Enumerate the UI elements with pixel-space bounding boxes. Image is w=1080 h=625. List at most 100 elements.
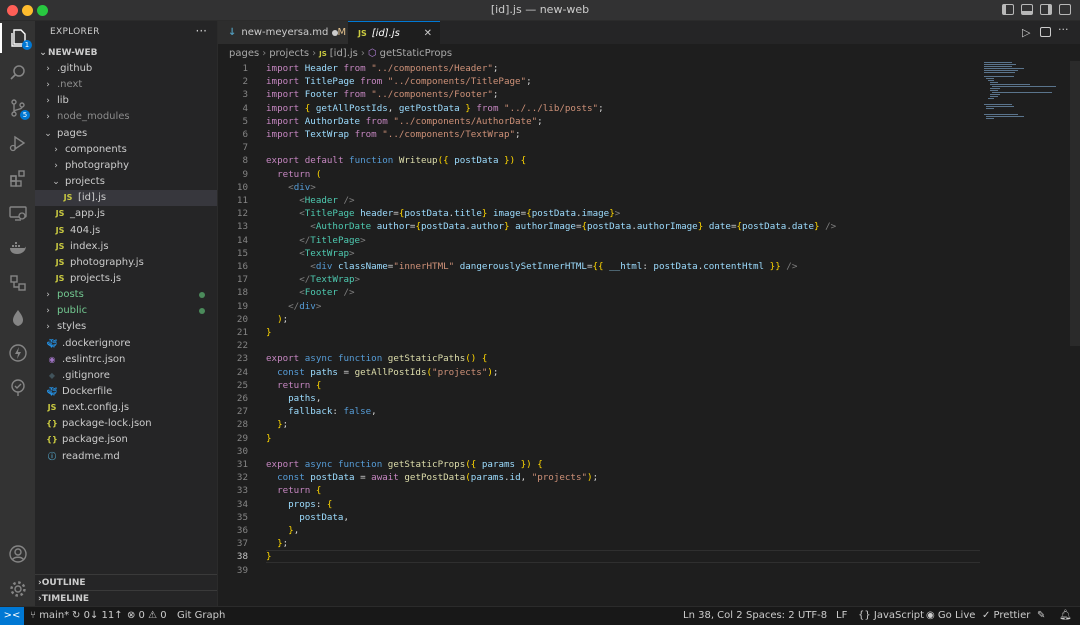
go-live-status[interactable]: ◉ Go Live (926, 607, 975, 625)
toggle-secondary-sidebar-icon[interactable] (1040, 4, 1052, 15)
code-line[interactable]: 4 import { getAllPostIds, getPostData } f… (218, 102, 978, 115)
cursor-position[interactable]: Ln 38, Col 2 (683, 607, 743, 625)
tree-folder[interactable]: › node_modules (35, 109, 217, 125)
code-line[interactable]: 14 </TitlePage> (218, 234, 978, 247)
code-line[interactable]: 26 paths, (218, 392, 978, 405)
problems-status[interactable]: ⊗ 0 ⚠ 0 (127, 607, 167, 625)
code-line[interactable]: 11 <Header /> (218, 194, 978, 207)
tree-file[interactable]: {} package-lock.json (35, 416, 217, 432)
tree-file[interactable]: JS [id].js (35, 190, 217, 207)
code-line[interactable]: 22 (218, 339, 978, 352)
remote-explorer-icon[interactable] (0, 198, 35, 228)
timeline-section[interactable]: ›TIMELINE (35, 590, 217, 607)
code-line[interactable]: 33 return { (218, 484, 978, 497)
remote-indicator-button[interactable]: >< (0, 607, 24, 625)
code-line[interactable]: 31 export async function getStaticProps({… (218, 458, 978, 471)
tree-folder[interactable]: › photography (35, 158, 217, 174)
branch-status[interactable]: ⑂ main* (30, 607, 69, 625)
extensions-icon[interactable] (0, 163, 35, 193)
encoding-status[interactable]: UTF-8 (798, 607, 827, 625)
tab-id-js[interactable]: JS [id].js ✕ (348, 21, 440, 44)
toggle-primary-sidebar-icon[interactable] (1002, 4, 1014, 15)
tree-folder[interactable]: › components (35, 142, 217, 158)
mongodb-icon[interactable] (0, 303, 35, 333)
tree-file[interactable]: JS _app.js (35, 206, 217, 222)
breadcrumb-file[interactable]: [id].js (330, 48, 358, 59)
code-line[interactable]: 15 <TextWrap> (218, 247, 978, 260)
code-line[interactable]: 21} (218, 326, 978, 339)
prettier-status[interactable]: ✓ Prettier (982, 607, 1030, 625)
code-line[interactable]: 8 export default function Writeup({ postD… (218, 154, 978, 167)
tree-file[interactable]: 🐳︎ Dockerfile (35, 384, 217, 400)
code-line[interactable]: 19 </div> (218, 300, 978, 313)
tree-file[interactable]: ◉ .eslintrc.json (35, 352, 217, 368)
code-line[interactable]: 10 <div> (218, 181, 978, 194)
code-line[interactable]: 16 <div className="innerHTML" dangerousl… (218, 260, 978, 273)
unsaved-dot-icon[interactable] (332, 30, 338, 36)
code-line[interactable]: 5 import AuthorDate from "../components/A… (218, 115, 978, 128)
tree-file[interactable]: JS next.config.js (35, 400, 217, 416)
toggle-panel-icon[interactable] (1021, 4, 1033, 15)
vertical-scrollbar[interactable] (1070, 61, 1080, 346)
git-graph-icon[interactable] (0, 373, 35, 403)
customize-layout-icon[interactable] (1059, 4, 1071, 15)
code-line[interactable]: 12 <TitlePage header={postData.title} im… (218, 207, 978, 220)
tree-file[interactable]: JS index.js (35, 239, 217, 255)
indentation-status[interactable]: Spaces: 2 (746, 607, 795, 625)
split-editor-icon[interactable] (1040, 27, 1051, 37)
tree-folder[interactable]: › .next (35, 77, 217, 93)
source-control-icon[interactable]: 5 (0, 93, 35, 123)
breadcrumb-symbol[interactable]: getStaticProps (380, 48, 452, 59)
docker-icon[interactable] (0, 233, 35, 263)
tree-folder[interactable]: › lib (35, 93, 217, 109)
breadcrumb-pages[interactable]: pages (229, 48, 259, 59)
tab-new-meyersa-md[interactable]: ↓ new-meyersa.md M (218, 21, 348, 44)
language-mode-status[interactable]: {} JavaScript (858, 607, 924, 625)
tree-file[interactable]: ◆ .gitignore (35, 368, 217, 384)
code-line[interactable]: 9 return ( (218, 168, 978, 181)
code-line[interactable]: 24 const paths = getAllPostIds("projects… (218, 366, 978, 379)
tree-file[interactable]: JS projects.js (35, 271, 217, 287)
code-line[interactable]: 29} (218, 432, 978, 445)
code-line[interactable]: 18 <Footer /> (218, 286, 978, 299)
settings-gear-icon[interactable] (0, 574, 35, 604)
eol-status[interactable]: LF (836, 607, 847, 625)
code-line[interactable]: 30 (218, 445, 978, 458)
code-line[interactable]: 13 <AuthorDate author={postData.author} … (218, 220, 978, 233)
breadcrumb-projects[interactable]: projects (269, 48, 309, 59)
database-icon[interactable] (0, 268, 35, 298)
code-line[interactable]: 3 import Footer from "../components/Foote… (218, 88, 978, 101)
tree-folder[interactable]: ⌄ projects (35, 174, 217, 190)
code-line[interactable]: 27 fallback: false, (218, 405, 978, 418)
notifications-bell-icon[interactable]: 🔔︎ (1059, 607, 1072, 625)
code-editor[interactable]: 1 import Header from "../components/Heade… (218, 61, 978, 581)
code-line[interactable]: 2 import TitlePage from "../components/Ti… (218, 75, 978, 88)
outline-section[interactable]: ›OUTLINE (35, 574, 217, 591)
code-line[interactable]: 17 </TextWrap> (218, 273, 978, 286)
git-graph-status[interactable]: Git Graph (177, 607, 225, 625)
search-icon[interactable] (0, 58, 35, 88)
code-line[interactable]: 39 (218, 564, 978, 577)
workspace-root-folder[interactable]: ⌄NEW-WEB (35, 45, 217, 61)
minimap[interactable] (982, 61, 1070, 121)
run-icon[interactable]: ▷ (1022, 26, 1030, 39)
explorer-more-actions-button[interactable]: ··· (196, 24, 207, 38)
code-line[interactable]: 25 return { (218, 379, 978, 392)
code-line[interactable]: 36 }, (218, 524, 978, 537)
tree-file[interactable]: 🐳︎ .dockerignore (35, 336, 217, 352)
code-line[interactable]: 6 import TextWrap from "../components/Tex… (218, 128, 978, 141)
code-line[interactable]: 37 }; (218, 537, 978, 550)
tree-folder[interactable]: › posts (35, 287, 217, 303)
tree-folder[interactable]: › styles (35, 319, 217, 335)
run-debug-icon[interactable] (0, 128, 35, 158)
tree-file[interactable]: {} package.json (35, 432, 217, 448)
code-line[interactable]: 35 postData, (218, 511, 978, 524)
tree-folder[interactable]: › public (35, 303, 217, 319)
explorer-icon[interactable]: 1 (0, 23, 35, 53)
code-line[interactable]: 32 const postData = await getPostData(pa… (218, 471, 978, 484)
code-line[interactable]: 34 props: { (218, 498, 978, 511)
code-line[interactable]: 7 (218, 141, 978, 154)
tree-file[interactable]: JS 404.js (35, 223, 217, 239)
sync-status[interactable]: ↻ 0↓ 11↑ (72, 607, 123, 625)
code-line[interactable]: 28 }; (218, 418, 978, 431)
